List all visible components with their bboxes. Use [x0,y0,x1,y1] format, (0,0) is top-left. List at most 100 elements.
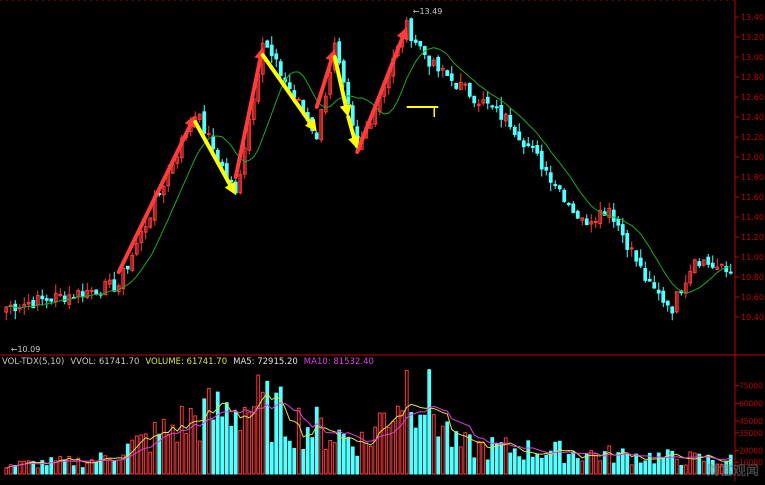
price-tick-label: 13.20 [741,33,764,42]
volume-bar [427,369,432,475]
candle-body [265,40,270,48]
volume-header: VOL-TDX(5,10) VVOL: 61741.70 VOLUME: 61741… [2,357,380,367]
down-arrow-shaft [193,120,232,187]
volume-bar [481,442,486,475]
candle-body [539,150,544,170]
candle-body [269,44,274,56]
volume-bar [184,432,189,475]
volume-bar [517,456,522,475]
volume-bar [350,446,355,475]
volume-bar [175,441,180,475]
price-tick-label: 11.20 [741,233,764,242]
candle-body [202,111,207,134]
volume-bar [530,456,535,475]
watermark: 财富观闻 [706,464,759,479]
candle-body [526,143,531,146]
volume-bar [656,452,661,475]
candle-body [530,145,535,148]
candle-body [494,106,499,109]
volume-bar [256,374,261,475]
volume-bar [476,440,481,475]
vol-ma5-label: MA5: 72915.20 [233,357,298,367]
up-arrow-shaft [355,36,405,154]
volume-bar [49,457,54,475]
volume-bar [62,459,67,475]
price-tick-label: 12.60 [741,93,764,102]
volume-bar [449,446,454,475]
candle-body [670,306,675,314]
candle-body [535,144,540,154]
volume-bar [467,434,472,475]
volume-bar [287,440,292,475]
candle-body [652,282,657,289]
candle-body [656,289,661,294]
candle-body [467,82,472,97]
volume-bar [652,463,657,475]
candle-body [544,166,549,171]
volume-bar [692,452,697,475]
volume-bar [292,447,297,475]
volume-bar [188,408,193,475]
volume-tick-label: 20000 [739,446,763,455]
volume-bar [269,442,274,475]
volume-bar [301,448,306,475]
price-tick-label: 10.60 [741,293,764,302]
candle-body [661,290,666,303]
volume-bar [107,458,112,475]
candle-body [710,262,715,268]
volume-bar [454,431,459,475]
volume-bar [152,421,157,475]
candle-body [629,247,634,250]
candle-body [89,289,94,292]
volume-bar [71,465,76,475]
volume-bar [368,445,373,475]
volume-bar [148,451,153,475]
volume-bar [112,460,117,475]
ma-line [6,47,731,309]
candle-body [341,60,346,83]
volume-bar [580,460,585,475]
volume-bar [341,434,346,475]
volume-bar [35,467,40,475]
volume-bar [80,467,85,475]
volume-bar [44,465,49,475]
volume-bar [377,412,382,475]
candle-body [418,41,423,47]
candle-body [575,210,580,219]
volume-bar [521,459,526,475]
candle-body [49,298,54,302]
volume-bar [400,410,405,475]
volume-bar [562,463,567,475]
vol-ma10-label: MA10: 81532.40 [303,357,374,367]
volume-bar [701,460,706,475]
vvol-label: VVOL: 61741.70 [70,357,140,367]
price-tick-label: 10.40 [741,313,764,322]
down-arrow-shaft [260,53,312,125]
candle-body [643,268,648,281]
volume-bar [4,467,9,475]
volume-bar [611,462,616,475]
candle-body [62,295,67,302]
high-price-label: ←13.49 [413,7,443,16]
candle-body [206,133,211,136]
candle-body [427,55,432,67]
price-tick-label: 11.60 [741,193,764,202]
volume-bar [314,406,319,475]
candle-body [553,184,558,187]
volume-bar [161,418,166,475]
candle-body [94,289,99,295]
volume-bar [202,398,207,475]
volume-bar [355,455,360,475]
volume-bar [283,436,288,475]
price-tick-label: 13.40 [741,13,764,22]
candle-body [314,132,319,140]
price-tick-label: 11.00 [741,253,764,262]
volume-bar [89,459,94,475]
candle-body [647,278,652,282]
candle-body [211,135,216,150]
candle-body [112,279,117,292]
volume-bar [535,453,540,475]
volume-bar [679,464,684,475]
candle-body [665,300,670,306]
volume-bar [22,460,27,475]
